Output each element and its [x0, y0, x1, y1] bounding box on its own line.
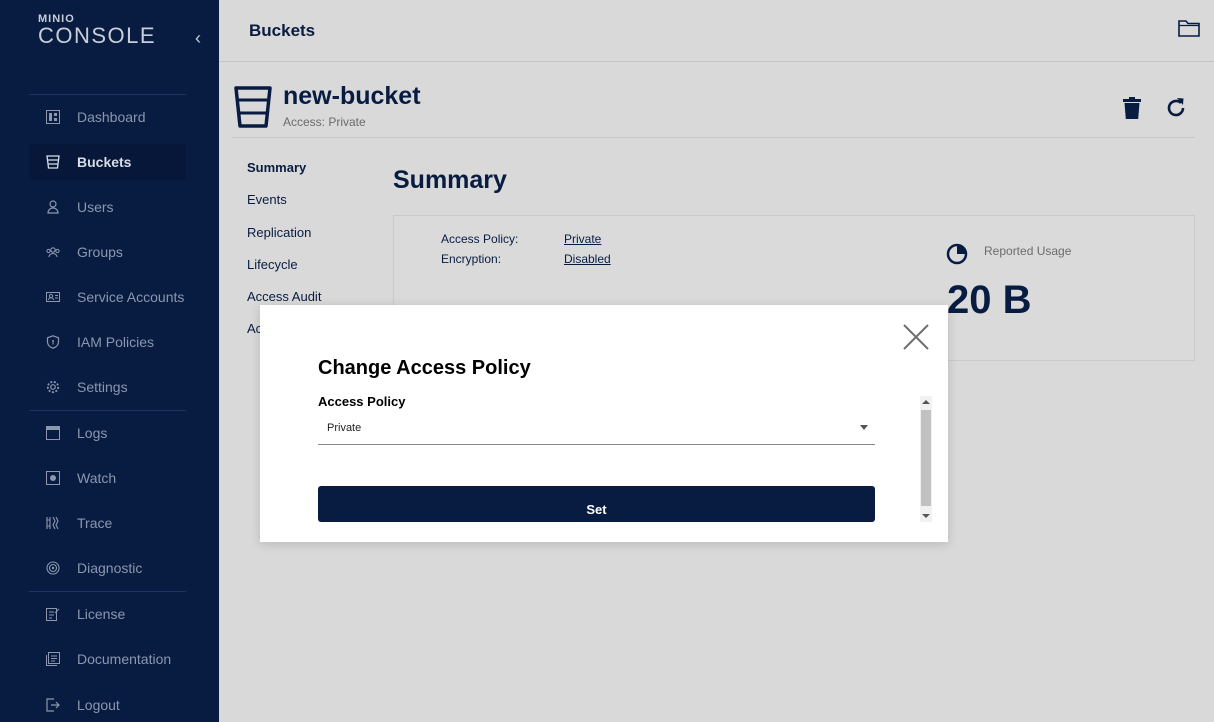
- sidebar-item-license[interactable]: License: [29, 596, 186, 632]
- set-button[interactable]: Set: [318, 486, 875, 522]
- dashboard-icon: [45, 109, 61, 125]
- tab-events[interactable]: Events: [247, 192, 321, 224]
- sidebar-divider: [29, 94, 186, 95]
- modal-scrollbar[interactable]: [920, 396, 932, 522]
- access-policy-link[interactable]: Private: [564, 232, 601, 246]
- gear-icon: [45, 379, 61, 395]
- logo-bottom-text: CONSOLE: [38, 23, 157, 48]
- sidebar-item-label: Diagnostic: [77, 560, 143, 576]
- sidebar-item-label: Dashboard: [77, 109, 146, 125]
- license-icon: [45, 606, 61, 622]
- sidebar-item-users[interactable]: Users: [29, 189, 186, 225]
- bucket-icon: [234, 86, 272, 128]
- tab-lifecycle[interactable]: Lifecycle: [247, 257, 321, 289]
- sidebar-item-label: Trace: [77, 515, 113, 531]
- sidebar-item-trace[interactable]: Trace: [29, 505, 186, 541]
- sidebar-item-buckets[interactable]: Buckets: [29, 144, 186, 180]
- modal-title: Change Access Policy: [318, 357, 531, 379]
- pie-chart-icon: [946, 243, 968, 265]
- sidebar-item-label: Logout: [77, 697, 120, 713]
- sidebar: MINIO CONSOLE ‹ Dashboard Buckets Users …: [0, 0, 219, 722]
- reported-usage-label: Reported Usage: [984, 244, 1072, 258]
- sidebar-item-label: Service Accounts: [77, 289, 185, 305]
- bucket-header: new-bucket Access: Private: [232, 80, 1195, 138]
- sidebar-item-documentation[interactable]: Documentation: [29, 641, 186, 677]
- refresh-icon: [1167, 98, 1185, 117]
- bucket-access: Access: Private: [283, 115, 366, 129]
- groups-icon: [45, 244, 61, 260]
- collapse-sidebar-icon[interactable]: ‹: [190, 26, 206, 50]
- sidebar-item-label: Logs: [77, 425, 108, 441]
- user-icon: [45, 199, 61, 215]
- access-policy-row: Access Policy: Private: [441, 232, 601, 246]
- shield-icon: [45, 334, 61, 350]
- access-policy-select[interactable]: Private: [318, 417, 875, 445]
- sidebar-item-groups[interactable]: Groups: [29, 234, 186, 270]
- sidebar-item-logout[interactable]: Logout: [29, 687, 186, 722]
- sidebar-item-diagnostic[interactable]: Diagnostic: [29, 550, 186, 586]
- documentation-icon: [45, 651, 61, 667]
- scroll-up-icon[interactable]: [922, 400, 930, 404]
- sidebar-divider: [29, 410, 186, 411]
- page-header: Buckets: [219, 0, 1214, 62]
- scrollbar-thumb[interactable]: [921, 410, 931, 506]
- sidebar-item-logs[interactable]: Logs: [29, 415, 186, 451]
- bucket-name: new-bucket: [283, 82, 421, 110]
- access-policy-selected-value: Private: [327, 422, 362, 434]
- minio-console-logo[interactable]: MINIO CONSOLE: [38, 14, 156, 47]
- logout-icon: [45, 697, 61, 713]
- sidebar-divider: [29, 591, 186, 592]
- change-access-policy-modal: Change Access Policy Access Policy Priva…: [260, 305, 948, 542]
- sidebar-item-label: IAM Policies: [77, 334, 155, 350]
- tab-replication[interactable]: Replication: [247, 225, 321, 257]
- page-title: Buckets: [249, 21, 316, 40]
- logs-icon: [45, 425, 61, 441]
- sidebar-item-label: Documentation: [77, 651, 172, 667]
- scroll-down-icon[interactable]: [922, 514, 930, 518]
- sidebar-item-iam-policies[interactable]: IAM Policies: [29, 324, 186, 360]
- encryption-row: Encryption: Disabled: [441, 252, 611, 266]
- sidebar-item-service-accounts[interactable]: Service Accounts: [29, 279, 186, 315]
- sidebar-item-settings[interactable]: Settings: [29, 369, 186, 405]
- diagnostic-icon: [45, 560, 61, 576]
- summary-title: Summary: [393, 166, 507, 194]
- access-policy-label: Access Policy:: [441, 232, 519, 246]
- sidebar-item-label: Buckets: [77, 154, 132, 170]
- watch-icon: [45, 470, 61, 486]
- bucket-icon: [45, 154, 61, 170]
- delete-bucket-button[interactable]: [1121, 96, 1143, 120]
- trash-icon: [1123, 97, 1141, 119]
- chevron-down-icon: [860, 425, 868, 430]
- encryption-label: Encryption:: [441, 252, 502, 266]
- sidebar-item-label: Watch: [77, 470, 117, 486]
- trace-icon: [45, 515, 61, 531]
- sidebar-item-dashboard[interactable]: Dashboard: [29, 99, 186, 135]
- folder-icon[interactable]: [1178, 18, 1200, 38]
- sidebar-item-label: Settings: [77, 379, 128, 395]
- encryption-link[interactable]: Disabled: [564, 252, 611, 266]
- close-icon[interactable]: [903, 324, 929, 350]
- sidebar-item-label: License: [77, 606, 126, 622]
- tab-summary[interactable]: Summary: [247, 160, 321, 192]
- reported-usage-value: 20 B: [947, 278, 1032, 322]
- service-accounts-icon: [45, 289, 61, 305]
- access-policy-field-label: Access Policy: [318, 394, 406, 409]
- refresh-button[interactable]: [1165, 96, 1187, 120]
- sidebar-item-watch[interactable]: Watch: [29, 460, 186, 496]
- sidebar-item-label: Users: [77, 199, 114, 215]
- sidebar-item-label: Groups: [77, 244, 123, 260]
